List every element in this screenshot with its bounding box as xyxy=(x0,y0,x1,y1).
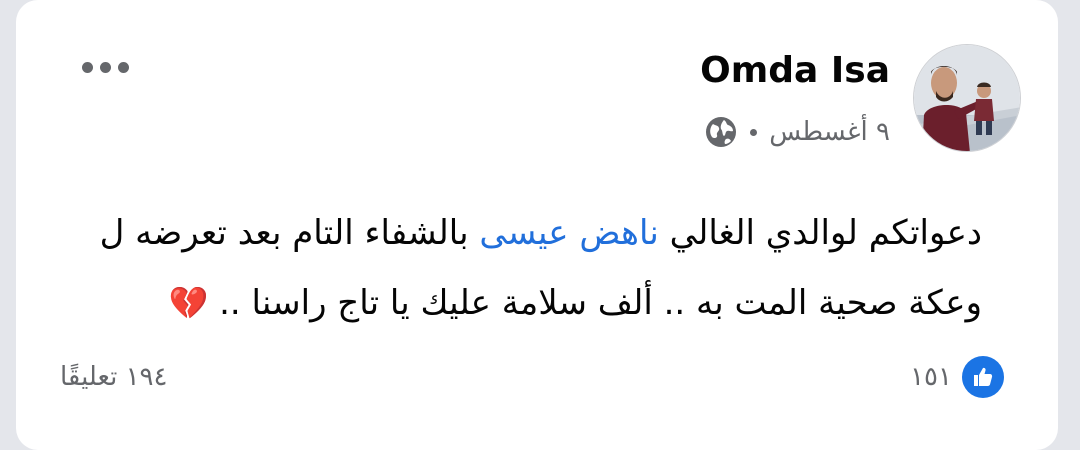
more-dot xyxy=(117,61,129,73)
avatar[interactable] xyxy=(913,44,1021,152)
separator-dot xyxy=(750,128,758,136)
reaction-count: ١٥١ xyxy=(910,362,952,392)
post-timestamp[interactable]: ٩ أغسطس xyxy=(769,117,890,147)
comments-count[interactable]: ١٩٤ تعليقًا xyxy=(60,355,167,399)
more-dot xyxy=(81,61,93,73)
post-text: دعواتكم لوالدي الغالي ناهض عيسى بالشفاء … xyxy=(22,198,982,338)
more-dot xyxy=(99,61,111,73)
broken-heart-icon: 💔 xyxy=(168,284,209,322)
author-name[interactable]: Omda Isa xyxy=(700,50,890,91)
post-meta: ٩ أغسطس xyxy=(704,112,890,152)
post-text-part-1: دعواتكم لوالدي الغالي xyxy=(658,213,982,253)
mention-link[interactable]: ناهض عيسى xyxy=(479,213,658,253)
more-options-icon[interactable] xyxy=(70,52,140,82)
globe-icon[interactable] xyxy=(704,115,738,149)
reactions-summary[interactable]: ١٥١ xyxy=(910,355,1004,399)
post-card: Omda Isa ٩ أغسطس دعواتكم لوالدي الغالي ن… xyxy=(16,0,1058,450)
like-icon xyxy=(962,356,1004,398)
